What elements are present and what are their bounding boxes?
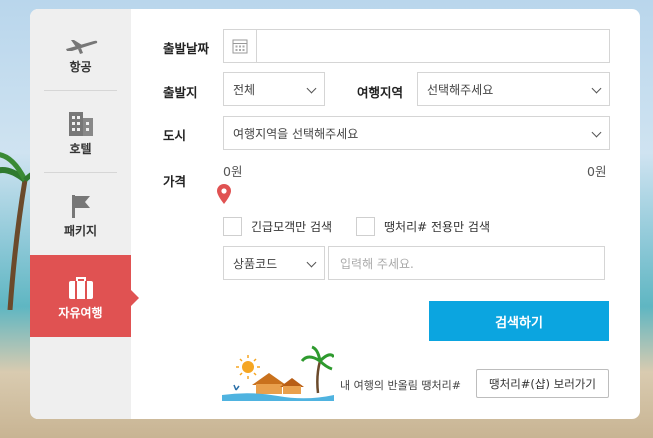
chevron-down-icon xyxy=(591,83,602,94)
tab-free-travel-label: 자유여행 xyxy=(58,305,103,320)
checkbox-box[interactable] xyxy=(356,217,375,236)
product-code-placeholder: 입력해 주세요. xyxy=(340,256,414,271)
product-code-select[interactable]: 상품코드 xyxy=(223,246,325,280)
product-code-type: 상품코드 xyxy=(233,256,278,271)
tab-package[interactable]: 패키지 xyxy=(30,173,131,255)
search-panel: 항공 호텔 패키지 자유여행 출발날짜 출발지 전체 여행지역 선택해주세요 도… xyxy=(30,9,640,419)
clearance-only-label: 땡처리# 전용만 검색 xyxy=(384,220,491,234)
origin-label: 출발지 xyxy=(163,85,198,100)
price-min: 0원 xyxy=(223,164,243,179)
chevron-down-icon xyxy=(306,83,317,94)
origin-value: 전체 xyxy=(233,82,256,97)
checkbox-box[interactable] xyxy=(223,217,242,236)
urgent-only-checkbox[interactable]: 긴급모객만 검색 xyxy=(223,217,332,236)
region-value: 선택해주세요 xyxy=(427,82,494,97)
airplane-icon xyxy=(64,26,98,54)
tab-hotel-label: 호텔 xyxy=(69,141,92,156)
city-label: 도시 xyxy=(163,128,187,143)
city-value: 여행지역을 선택해주세요 xyxy=(233,126,359,141)
region-select[interactable]: 선택해주세요 xyxy=(417,72,610,106)
flag-icon xyxy=(71,190,91,218)
price-label: 가격 xyxy=(163,174,187,189)
beach-illustration xyxy=(222,345,334,401)
product-code-input[interactable]: 입력해 주세요. xyxy=(328,246,605,280)
tab-hotel[interactable]: 호텔 xyxy=(30,91,131,173)
tab-free-travel[interactable]: 자유여행 xyxy=(30,255,139,337)
clearance-only-checkbox[interactable]: 땡처리# 전용만 검색 xyxy=(356,217,490,236)
chevron-down-icon xyxy=(306,257,317,268)
city-select[interactable]: 여행지역을 선택해주세요 xyxy=(223,116,610,150)
price-slider-handle[interactable] xyxy=(216,183,232,205)
chevron-down-icon xyxy=(591,127,602,138)
departure-date-field[interactable] xyxy=(223,29,610,63)
clearance-link-button[interactable]: 땡처리#(샵) 보러가기 xyxy=(476,369,609,398)
tab-flight-label: 항공 xyxy=(69,59,92,74)
calendar-icon[interactable] xyxy=(224,30,257,62)
building-icon xyxy=(68,108,94,136)
category-sidebar: 항공 호텔 패키지 자유여행 xyxy=(30,9,139,419)
departure-date-label: 출발날짜 xyxy=(163,41,210,56)
region-label: 여행지역 xyxy=(357,85,404,100)
tab-package-label: 패키지 xyxy=(63,223,98,238)
promo-text: 내 여행의 반올림 땡처리# xyxy=(340,379,461,392)
search-button[interactable]: 검색하기 xyxy=(429,301,609,341)
price-max: 0원 xyxy=(587,164,607,179)
suitcase-icon xyxy=(68,272,94,300)
tab-flight[interactable]: 항공 xyxy=(30,9,131,91)
origin-select[interactable]: 전체 xyxy=(223,72,325,106)
urgent-only-label: 긴급모객만 검색 xyxy=(251,220,333,234)
